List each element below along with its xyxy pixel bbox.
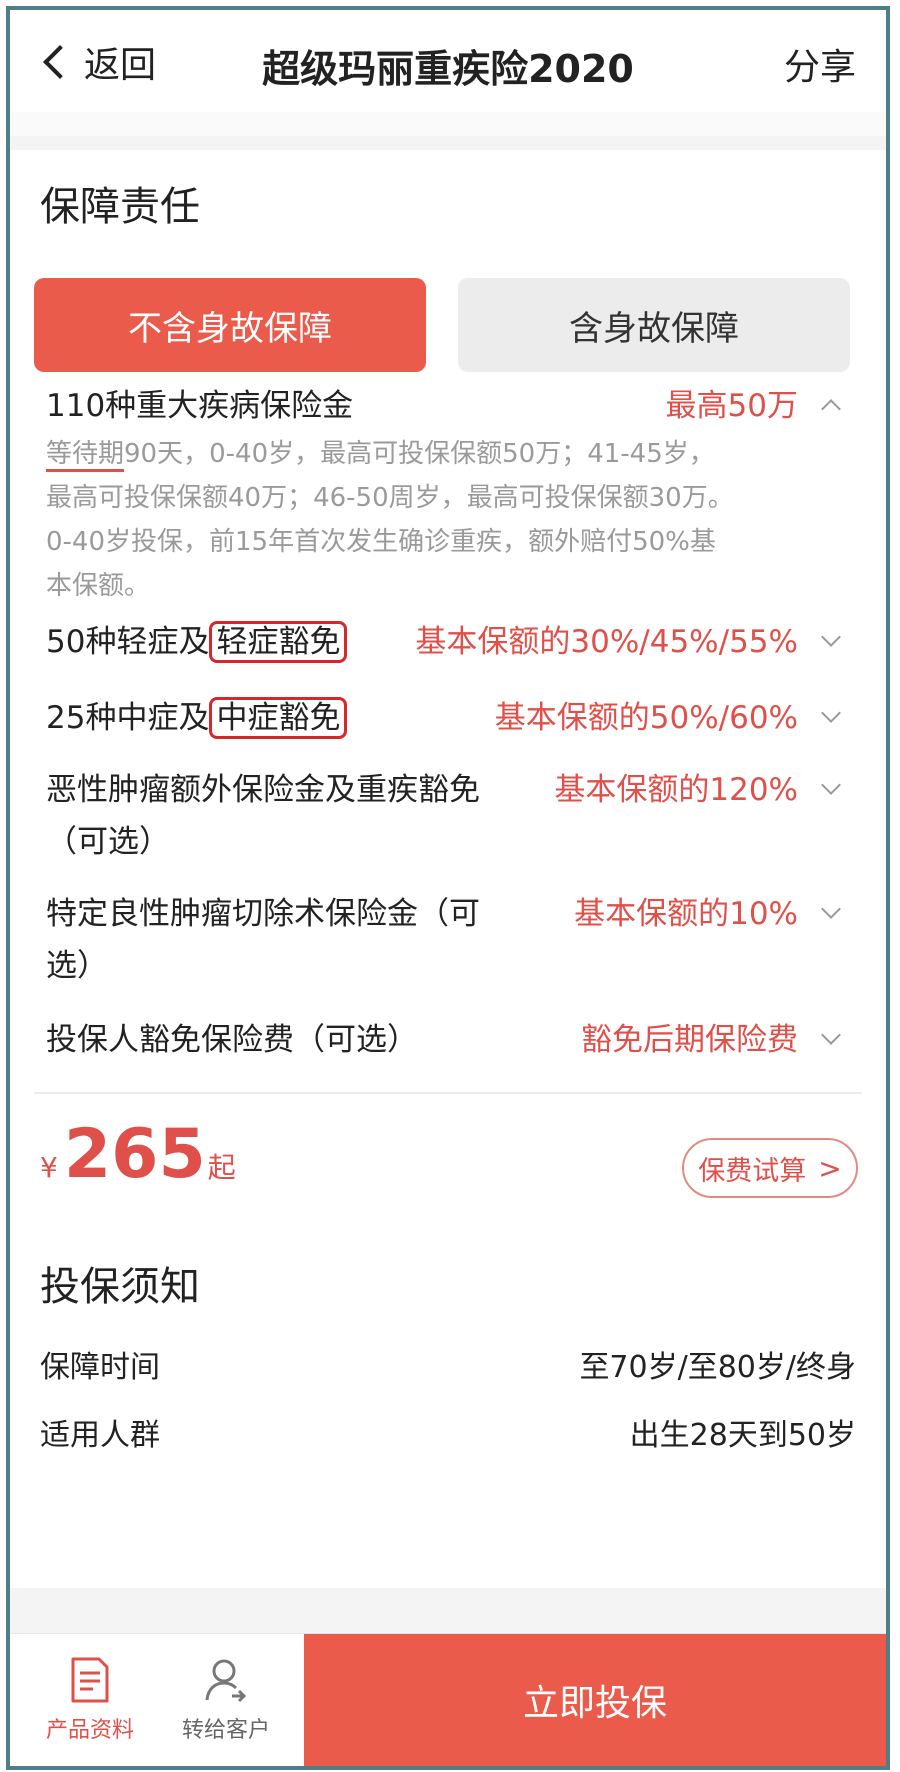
coverage-item-mild-illness[interactable]: 50种轻症及 轻症豁免 基本保额的30%/45%/55% [46, 616, 846, 668]
document-icon [71, 1657, 109, 1703]
transfer-to-client-button[interactable]: 转给客户 [166, 1634, 286, 1766]
notice-row-key: 适用人群 [40, 1418, 160, 1453]
coverage-item-value: 基本保额的50%/60% [494, 700, 798, 736]
transfer-to-client-label: 转给客户 [181, 1718, 270, 1743]
coverage-card: 保障责任 不含身故保障 含身故保障 110种重大疾病保险金 最高50万 等待期9… [10, 150, 886, 1380]
buy-now-button[interactable]: 立即投保 [304, 1634, 886, 1766]
chevron-up-icon[interactable] [821, 399, 841, 419]
detail-line-1: 90天，0-40岁，最高可投保保额50万；41-45岁， [124, 439, 715, 469]
tab-with-death-benefit[interactable]: 含身故保障 [458, 278, 850, 372]
chevron-down-icon[interactable] [821, 899, 841, 919]
coverage-item-name: 110种重大疾病保险金 [46, 388, 354, 424]
coverage-item-major-illness[interactable]: 110种重大疾病保险金 最高50万 [46, 380, 846, 432]
chevron-down-icon[interactable] [821, 775, 841, 795]
nav-divider-strip [10, 112, 886, 136]
section-divider [34, 1092, 862, 1094]
coverage-item-name: 特定良性肿瘤切除术保险金（可 选） [46, 888, 480, 992]
price-amount: 265 [63, 1115, 206, 1194]
coverage-item-name-line2: （可选） [46, 824, 170, 860]
coverage-item-detail: 等待期90天，0-40岁，最高可投保保额50万；41-45岁， 最高可投保保额4… [46, 432, 806, 608]
highlighted-waiver-term: 轻症豁免 [209, 621, 348, 663]
coverage-item-value: 最高50万 [665, 388, 798, 424]
coverage-item-name-line1: 恶性肿瘤额外保险金及重疾豁免 [46, 772, 480, 808]
coverage-item-name-prefix: 50种轻症及 [46, 624, 210, 660]
coverage-item-value: 豁免后期保险费 [581, 1022, 798, 1058]
notice-row-key: 保障时间 [40, 1350, 160, 1385]
highlighted-waiver-term: 中症豁免 [209, 697, 348, 739]
detail-line-4: 本保额。 [46, 571, 151, 601]
tab-without-death-benefit[interactable]: 不含身故保障 [34, 278, 426, 372]
chevron-down-icon[interactable] [821, 703, 841, 723]
notice-section-title: 投保须知 [40, 1264, 200, 1310]
notice-row-value: 出生28天到50岁 [629, 1418, 856, 1453]
top-nav-bar: 返回 超级玛丽重疾险2020 分享 [10, 10, 886, 112]
price-display: ¥ 265 起 [40, 1115, 236, 1215]
coverage-item-name: 投保人豁免保险费（可选） [46, 1022, 418, 1058]
coverage-item-name-line2: 选） [46, 948, 108, 984]
product-docs-label: 产品资料 [45, 1718, 134, 1743]
coverage-item-premium-waiver[interactable]: 投保人豁免保险费（可选） 豁免后期保险费 [46, 1014, 846, 1066]
chevron-down-icon[interactable] [821, 627, 841, 647]
notice-card: 投保须知 保障时间 至70岁/至80岁/终身 适用人群 出生28天到50岁 [10, 1222, 886, 1588]
coverage-item-benign-tumor[interactable]: 特定良性肿瘤切除术保险金（可 选） 基本保额的10% [46, 888, 846, 992]
coverage-item-malignant-tumor[interactable]: 恶性肿瘤额外保险金及重疾豁免 （可选） 基本保额的120% [46, 764, 846, 868]
premium-calculator-label: 保费试算 [698, 1155, 807, 1187]
coverage-item-name: 50种轻症及 轻症豁免 [46, 616, 348, 668]
coverage-item-name: 恶性肿瘤额外保险金及重疾豁免 （可选） [46, 764, 480, 868]
detail-line-2: 最高可投保保额40万；46-50周岁，最高可投保保额30万。 [46, 483, 734, 513]
coverage-item-name-prefix: 25种中症及 [46, 700, 210, 736]
price-suffix: 起 [207, 1151, 236, 1184]
waiting-period-term: 等待期 [46, 439, 125, 472]
coverage-item-moderate-illness[interactable]: 25种中症及 中症豁免 基本保额的50%/60% [46, 692, 846, 744]
coverage-item-value: 基本保额的30%/45%/55% [415, 624, 798, 660]
user-share-icon [205, 1659, 247, 1703]
detail-line-3: 0-40岁投保，前15年首次发生确诊重疾，额外赔付50%基 [46, 527, 716, 557]
currency-symbol: ¥ [40, 1151, 58, 1184]
coverage-item-name-line1: 特定良性肿瘤切除术保险金（可 [46, 896, 480, 932]
notice-row-value: 至70岁/至80岁/终身 [579, 1350, 856, 1385]
coverage-item-value: 基本保额的10% [574, 896, 798, 932]
bottom-action-bar: 产品资料 转给客户 立即投保 [10, 1633, 886, 1766]
coverage-item-value: 基本保额的120% [554, 772, 798, 808]
chevron-down-icon[interactable] [821, 1025, 841, 1045]
coverage-item-name: 25种中症及 中症豁免 [46, 692, 348, 744]
share-button[interactable]: 分享 [784, 38, 856, 90]
coverage-section-title: 保障责任 [40, 184, 200, 230]
premium-calculator-button[interactable]: 保费试算 > [682, 1138, 858, 1198]
page-title: 超级玛丽重疾险2020 [262, 47, 634, 91]
product-docs-button[interactable]: 产品资料 [30, 1634, 150, 1766]
screenshot-frame: 返回 超级玛丽重疾险2020 分享 保障责任 不含身故保障 含身故保障 110种… [6, 6, 890, 1770]
chevron-right-icon: > [818, 1151, 842, 1185]
